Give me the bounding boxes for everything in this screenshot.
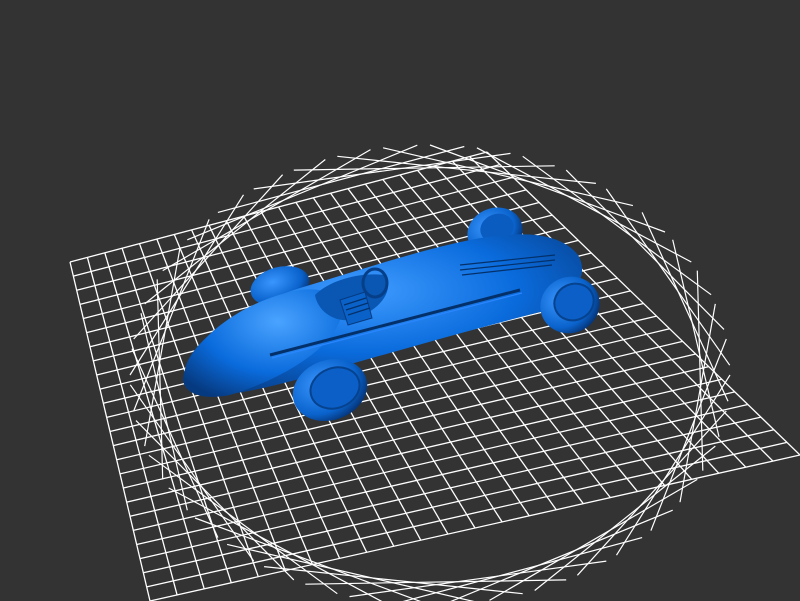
grid-line	[143, 429, 775, 574]
sweep-line	[349, 560, 607, 598]
sweep-line	[576, 410, 727, 576]
sweep-line	[162, 149, 371, 272]
sweep-line	[429, 144, 666, 233]
sweep-line	[226, 543, 475, 601]
scene-canvas[interactable]	[0, 0, 800, 601]
grid-line	[146, 441, 788, 588]
sweep-line	[615, 374, 731, 556]
race-car-model[interactable]	[183, 200, 609, 431]
sweep-line	[489, 478, 698, 601]
sweep-line	[253, 152, 511, 190]
sweep-line	[450, 509, 673, 601]
floor-grid	[69, 151, 800, 601]
sweep-line	[382, 147, 634, 207]
sweep-line	[187, 144, 418, 241]
sweep-line	[534, 445, 716, 591]
sweep-line	[148, 454, 338, 595]
3d-viewport[interactable]	[0, 0, 800, 601]
